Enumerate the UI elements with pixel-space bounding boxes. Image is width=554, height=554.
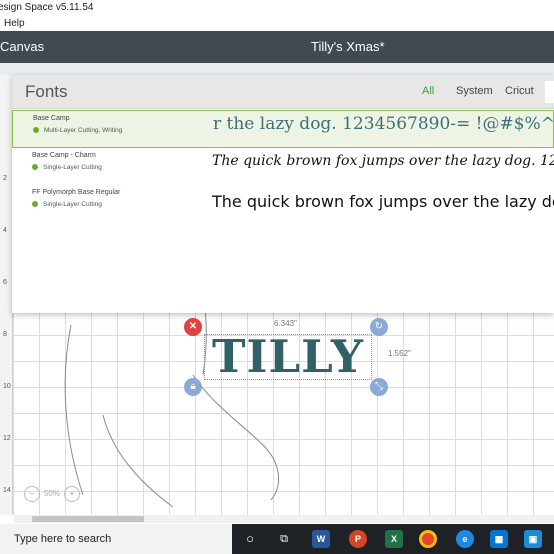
rotate-handle-icon[interactable]: ↻ xyxy=(370,318,388,336)
resize-handle-icon[interactable]: ⤡ xyxy=(370,378,388,396)
height-dimension: 1.552" xyxy=(388,349,411,358)
cricut-font-icon xyxy=(33,127,39,133)
filter-system[interactable]: System xyxy=(456,85,493,97)
word-icon[interactable]: W xyxy=(312,530,330,548)
font-sample: The quick brown fox jumps over the lazy … xyxy=(212,153,554,169)
zoom-out-button[interactable]: − xyxy=(24,486,40,502)
font-name: FF Polymorph Base Regular xyxy=(32,189,121,196)
font-item-ff-polymorph[interactable]: FF Polymorph Base Regular Single-Layer C… xyxy=(12,185,554,223)
cortana-circle-icon[interactable]: ○ xyxy=(241,530,259,548)
horizontal-scrollbar[interactable] xyxy=(14,515,554,523)
app-header: Canvas Tilly's Xmas* xyxy=(0,31,554,63)
taskbar-search[interactable]: Type here to search xyxy=(0,524,232,554)
tilly-text-object[interactable]: TILLY xyxy=(205,329,371,385)
menu-bar: Help xyxy=(0,16,554,31)
ruler-label: 4 xyxy=(3,227,7,234)
font-item-base-camp-charm[interactable]: Base Camp - Charm Single-Layer Cutting T… xyxy=(12,148,554,186)
scroll-thumb[interactable] xyxy=(32,516,144,522)
font-meta-text: Single-Layer Cutting xyxy=(43,164,102,171)
menu-help[interactable]: Help xyxy=(4,16,25,31)
font-meta: Multi-Layer Cutting, Writing xyxy=(33,127,122,134)
excel-icon[interactable]: X xyxy=(385,530,403,548)
ruler-label: 12 xyxy=(3,435,11,442)
delete-handle-icon[interactable]: ✕ xyxy=(184,318,202,336)
ruler-label: 6 xyxy=(3,279,7,286)
ruler-label: 14 xyxy=(3,487,11,494)
window-title-bar: esign Space v5.11.54 xyxy=(0,0,554,16)
powerpoint-icon[interactable]: P xyxy=(349,530,367,548)
chrome-icon[interactable] xyxy=(419,530,437,548)
ruler-label: 10 xyxy=(3,383,11,390)
cricut-font-icon xyxy=(32,164,38,170)
zoom-in-button[interactable]: + xyxy=(64,486,80,502)
font-sample: r the lazy dog. 1234567890-= !@#$%^&*0+ … xyxy=(213,114,554,134)
search-input[interactable]: Type here to search xyxy=(14,533,111,545)
ruler-label: 8 xyxy=(3,331,7,338)
fonts-title: Fonts xyxy=(25,82,68,101)
font-item-base-camp[interactable]: Base Camp Multi-Layer Cutting, Writing r… xyxy=(12,110,554,148)
filter-cricut[interactable]: Cricut xyxy=(505,85,534,97)
windows-taskbar: Type here to search ○ ⧉ W P X e ▦ ▣ xyxy=(0,524,554,554)
font-meta-text: Multi-Layer Cutting, Writing xyxy=(44,127,123,134)
text-selection-box[interactable]: TILLY xyxy=(204,330,372,383)
task-view-icon[interactable]: ⧉ xyxy=(275,530,293,548)
ruler-label: 2 xyxy=(3,175,7,182)
edge-icon[interactable]: e xyxy=(456,530,474,548)
font-meta: Single-Layer Cutting xyxy=(32,201,102,208)
font-search-field[interactable] xyxy=(545,81,554,103)
font-meta-text: Single-Layer Cutting xyxy=(43,201,102,208)
canvas-label: Canvas xyxy=(0,39,45,54)
window-title: esign Space v5.11.54 xyxy=(0,2,94,13)
fonts-panel: Fonts All System Cricut Base Camp Multi-… xyxy=(12,75,554,313)
zoom-control: −50% + xyxy=(24,486,80,502)
font-name: Base Camp xyxy=(33,115,70,122)
photos-icon[interactable]: ▣ xyxy=(524,530,542,548)
font-meta: Single-Layer Cutting xyxy=(32,164,102,171)
cricut-font-icon xyxy=(32,201,38,207)
font-name: Base Camp - Charm xyxy=(32,152,96,159)
store-icon[interactable]: ▦ xyxy=(490,530,508,548)
width-dimension: 6.343" xyxy=(274,319,297,328)
font-sample: The quick brown fox jumps over the lazy … xyxy=(212,192,554,211)
zoom-value: 50% xyxy=(43,489,60,498)
project-title: Tilly's Xmas* xyxy=(311,39,385,54)
fonts-panel-header: Fonts All System Cricut xyxy=(12,75,554,109)
lock-handle-icon[interactable]: 🔒︎ xyxy=(184,378,202,396)
filter-all[interactable]: All xyxy=(422,85,434,97)
